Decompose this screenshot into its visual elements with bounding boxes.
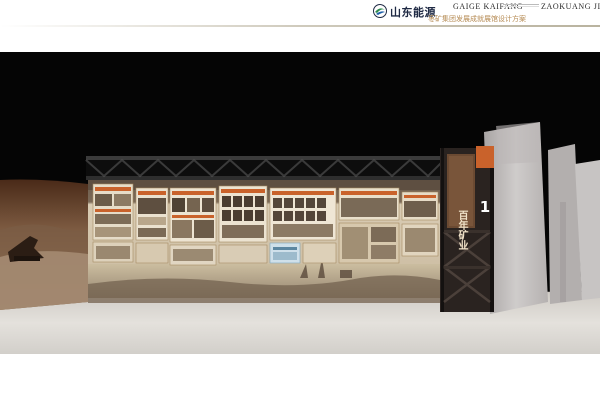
- header-rule: [0, 25, 600, 27]
- stone-slabs: [484, 122, 600, 314]
- latin-title-right: ZAOKUANG JI: [541, 2, 600, 11]
- exhibition-render: 1 百年矿业: [0, 52, 600, 354]
- document-header: 山东能源 枣矿集团发展成就展馆设计方案 GAIGE KAIFANG ZAOKUA…: [0, 0, 600, 27]
- project-subtitle: 枣矿集团发展成就展馆设计方案: [428, 15, 526, 23]
- tower-title: 百年矿业: [456, 210, 467, 250]
- left-mural-landscape: [0, 179, 88, 310]
- tower-number-badge: [476, 146, 494, 168]
- shandong-energy-logo-icon: [373, 4, 387, 18]
- tower-number: 1: [479, 198, 491, 216]
- ceiling-truss: [85, 156, 443, 180]
- exhibition-tower: [440, 146, 494, 312]
- render-scene: [0, 122, 600, 354]
- header-decor-line: [503, 4, 539, 7]
- wall-plinth: [88, 298, 440, 303]
- exhibition-panels: [92, 183, 439, 266]
